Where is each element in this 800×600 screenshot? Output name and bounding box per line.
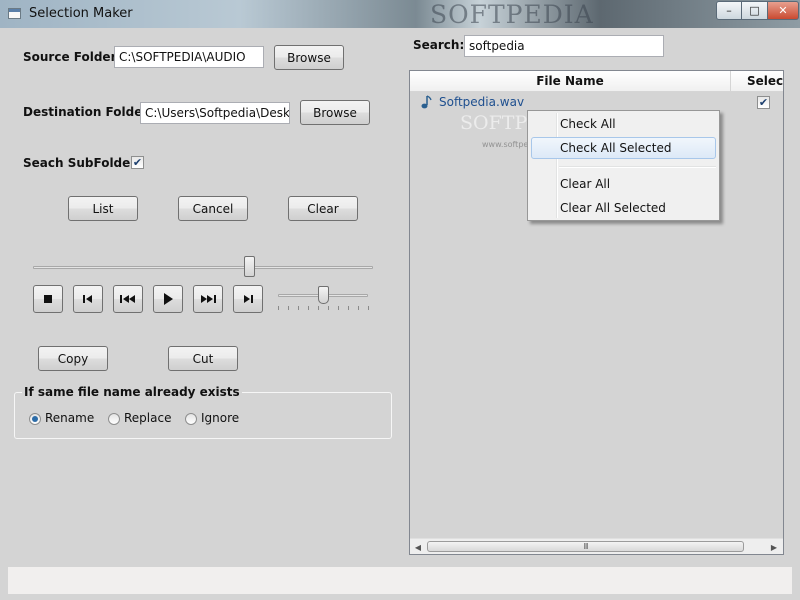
stop-icon bbox=[44, 295, 52, 303]
check-icon: ✔ bbox=[132, 156, 143, 169]
rename-radio[interactable] bbox=[29, 413, 41, 425]
menu-item-check-all-selected[interactable]: Check All Selected bbox=[531, 137, 716, 159]
rename-radio-label: Rename bbox=[45, 411, 95, 425]
minimize-button[interactable]: – bbox=[716, 1, 742, 20]
grid-header: File Name Select bbox=[410, 71, 783, 92]
search-label: Search: bbox=[413, 38, 465, 52]
cut-button[interactable]: Cut bbox=[168, 346, 238, 371]
search-subfolders-checkbox[interactable]: ✔ bbox=[131, 156, 144, 169]
replace-radio-label: Replace bbox=[124, 411, 172, 425]
table-row[interactable]: Softpedia.wav ✔ bbox=[410, 92, 783, 112]
scrollbar-thumb[interactable]: III bbox=[427, 541, 744, 552]
row-select-checkbox[interactable]: ✔ bbox=[757, 96, 770, 109]
play-icon bbox=[164, 293, 173, 305]
volume-slider-thumb[interactable] bbox=[317, 286, 329, 304]
rewind-icon bbox=[120, 295, 135, 303]
column-header-file-name[interactable]: File Name bbox=[410, 71, 731, 91]
file-exists-group-title: If same file name already exists bbox=[22, 385, 242, 399]
menu-item-clear-all[interactable]: Clear All bbox=[531, 173, 716, 195]
position-slider-track[interactable] bbox=[33, 266, 373, 269]
menu-item-check-all[interactable]: Check All bbox=[531, 113, 716, 135]
volume-slider-ticks bbox=[278, 306, 369, 310]
stop-button[interactable] bbox=[33, 285, 63, 313]
audio-file-icon bbox=[421, 95, 432, 109]
cancel-button[interactable]: Cancel bbox=[178, 196, 248, 221]
window-title: Selection Maker bbox=[29, 6, 133, 21]
maximize-button[interactable]: □ bbox=[742, 1, 768, 20]
destination-folder-label: Destination Folder: bbox=[23, 105, 154, 119]
next-icon bbox=[244, 295, 253, 303]
source-folder-input[interactable]: C:\SOFTPEDIA\AUDIO bbox=[114, 46, 264, 68]
source-folder-label: Source Folder: bbox=[23, 50, 122, 64]
title-bar[interactable]: Selection Maker SOFTPEDIA – □ ✕ bbox=[0, 0, 800, 29]
search-input[interactable]: softpedia bbox=[464, 35, 664, 57]
destination-browse-button[interactable]: Browse bbox=[300, 100, 370, 125]
next-button[interactable] bbox=[233, 285, 263, 313]
ignore-radio-label: Ignore bbox=[201, 411, 240, 425]
rewind-button[interactable] bbox=[113, 285, 143, 313]
scroll-right-icon[interactable]: ▶ bbox=[766, 539, 782, 555]
position-slider-thumb[interactable] bbox=[243, 256, 255, 277]
file-name-cell: Softpedia.wav bbox=[439, 95, 525, 109]
check-icon: ✔ bbox=[758, 96, 769, 109]
horizontal-scrollbar[interactable]: ◀ III ▶ bbox=[410, 538, 783, 554]
copy-button[interactable]: Copy bbox=[38, 346, 108, 371]
menu-item-clear-all-selected[interactable]: Clear All Selected bbox=[531, 197, 716, 219]
source-browse-button[interactable]: Browse bbox=[274, 45, 344, 70]
destination-folder-input[interactable]: C:\Users\Softpedia\Desktop bbox=[140, 102, 290, 124]
menu-separator bbox=[559, 166, 716, 168]
replace-radio[interactable] bbox=[108, 413, 120, 425]
clear-button[interactable]: Clear bbox=[288, 196, 358, 221]
context-menu: Check All Check All Selected Clear All C… bbox=[527, 110, 720, 221]
status-bar bbox=[8, 567, 792, 594]
close-button[interactable]: ✕ bbox=[768, 1, 799, 20]
ignore-radio[interactable] bbox=[185, 413, 197, 425]
column-header-select[interactable]: Select bbox=[732, 71, 783, 91]
list-button[interactable]: List bbox=[68, 196, 138, 221]
title-watermark: SOFTPEDIA bbox=[430, 0, 594, 29]
previous-button[interactable] bbox=[73, 285, 103, 313]
scroll-left-icon[interactable]: ◀ bbox=[410, 539, 426, 555]
app-window: Selection Maker SOFTPEDIA – □ ✕ Source F… bbox=[0, 0, 800, 600]
search-subfolders-label: Seach SubFolders bbox=[23, 156, 144, 170]
fast-forward-icon bbox=[201, 295, 216, 303]
app-icon bbox=[8, 8, 21, 19]
fast-forward-button[interactable] bbox=[193, 285, 223, 313]
previous-icon bbox=[83, 295, 92, 303]
play-button[interactable] bbox=[153, 285, 183, 313]
